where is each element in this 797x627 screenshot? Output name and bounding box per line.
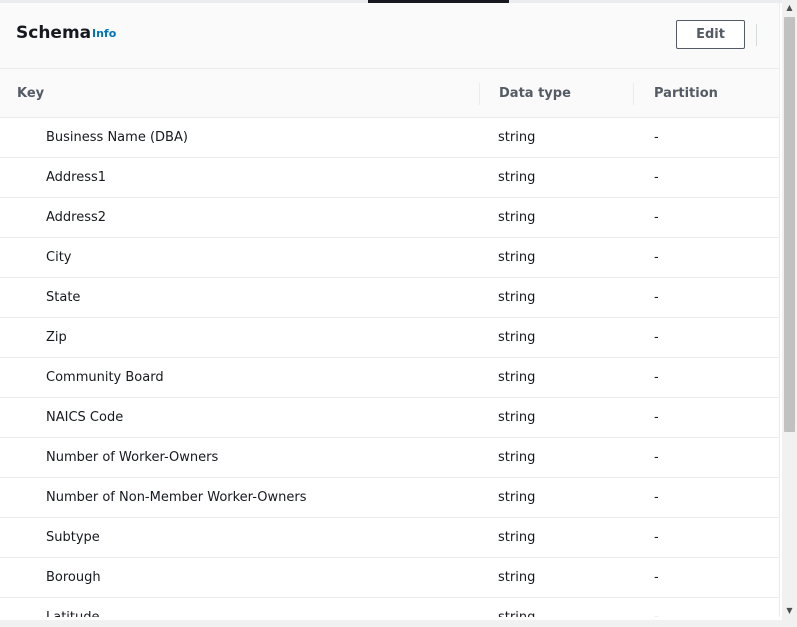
data-type-cell: string xyxy=(498,170,536,185)
key-cell: Address2 xyxy=(46,210,107,225)
column-header-key[interactable]: Key xyxy=(17,86,44,102)
column-divider[interactable] xyxy=(633,83,634,105)
key-cell: Subtype xyxy=(46,530,100,545)
column-header-partition[interactable]: Partition xyxy=(654,86,718,102)
table-row: Address1 string - xyxy=(0,158,780,198)
table-row: Address2 string - xyxy=(0,198,780,238)
key-cell: Address1 xyxy=(46,170,107,185)
table-row: State string - xyxy=(0,278,780,318)
key-cell: City xyxy=(46,250,72,265)
table-row: Community Board string - xyxy=(0,358,780,398)
data-type-cell: string xyxy=(498,290,536,305)
partition-cell: - xyxy=(654,130,659,145)
partition-cell: - xyxy=(654,450,659,465)
partition-cell: - xyxy=(654,290,659,305)
table-body: Business Name (DBA) string - Address1 st… xyxy=(0,118,780,617)
partition-cell: - xyxy=(654,330,659,345)
key-cell: Zip xyxy=(46,330,67,345)
panel-title: Schema xyxy=(16,23,92,43)
key-cell: Borough xyxy=(46,570,101,585)
key-cell: Number of Non-Member Worker-Owners xyxy=(46,490,307,505)
data-type-cell: string xyxy=(498,130,536,145)
column-header-data-type[interactable]: Data type xyxy=(499,86,571,102)
table-row: City string - xyxy=(0,238,780,278)
data-type-cell: string xyxy=(498,450,536,465)
partition-cell: - xyxy=(654,410,659,425)
table-row: Business Name (DBA) string - xyxy=(0,118,780,158)
partition-cell: - xyxy=(654,170,659,185)
partition-cell: - xyxy=(654,250,659,265)
scroll-up-arrow-icon[interactable]: ▲ xyxy=(782,0,797,15)
data-type-cell: string xyxy=(498,609,535,617)
table-row: Borough string - xyxy=(0,558,780,598)
vertical-scrollbar[interactable]: ▲ ▼ xyxy=(782,0,797,620)
table-row: Number of Worker-Owners string - xyxy=(0,438,780,478)
panel-right-border xyxy=(779,3,780,617)
key-cell: NAICS Code xyxy=(46,410,124,425)
edit-button[interactable]: Edit xyxy=(676,20,745,49)
scroll-down-arrow-icon[interactable]: ▼ xyxy=(782,603,797,618)
panel-header: Schema Info Edit xyxy=(0,3,780,69)
data-type-cell: string xyxy=(498,330,536,345)
key-cell: Latitude xyxy=(46,609,100,617)
partition-cell: - xyxy=(654,490,659,505)
data-type-cell: string xyxy=(498,410,536,425)
data-type-cell: string xyxy=(498,490,536,505)
data-type-cell: string xyxy=(498,250,536,265)
table-row: Subtype string - xyxy=(0,518,780,558)
partition-cell: - xyxy=(654,609,659,617)
data-type-cell: string xyxy=(498,210,536,225)
table-row: Number of Non-Member Worker-Owners strin… xyxy=(0,478,780,518)
key-cell: Community Board xyxy=(46,370,164,385)
key-cell: Business Name (DBA) xyxy=(46,130,188,145)
data-type-cell: string xyxy=(498,530,536,545)
partition-cell: - xyxy=(654,210,659,225)
table-row: Zip string - xyxy=(0,318,780,358)
partition-cell: - xyxy=(654,570,659,585)
partition-cell: - xyxy=(654,370,659,385)
data-type-cell: string xyxy=(498,570,536,585)
schema-view: Schema Info Edit Key Data type Partition… xyxy=(0,0,797,627)
table-row: NAICS Code string - xyxy=(0,398,780,438)
scrollbar-thumb[interactable] xyxy=(784,17,795,432)
partition-cell: - xyxy=(654,530,659,545)
info-link[interactable]: Info xyxy=(92,27,116,41)
data-type-cell: string xyxy=(498,370,536,385)
column-divider[interactable] xyxy=(479,83,480,105)
key-cell: Number of Worker-Owners xyxy=(46,450,219,465)
header-divider xyxy=(756,24,757,46)
schema-panel: Schema Info Edit Key Data type Partition… xyxy=(0,3,780,617)
key-cell: State xyxy=(46,290,81,305)
horizontal-scrollbar-track[interactable] xyxy=(0,620,797,627)
table-header: Key Data type Partition xyxy=(0,69,780,118)
table-row: Latitude string - xyxy=(0,598,780,617)
